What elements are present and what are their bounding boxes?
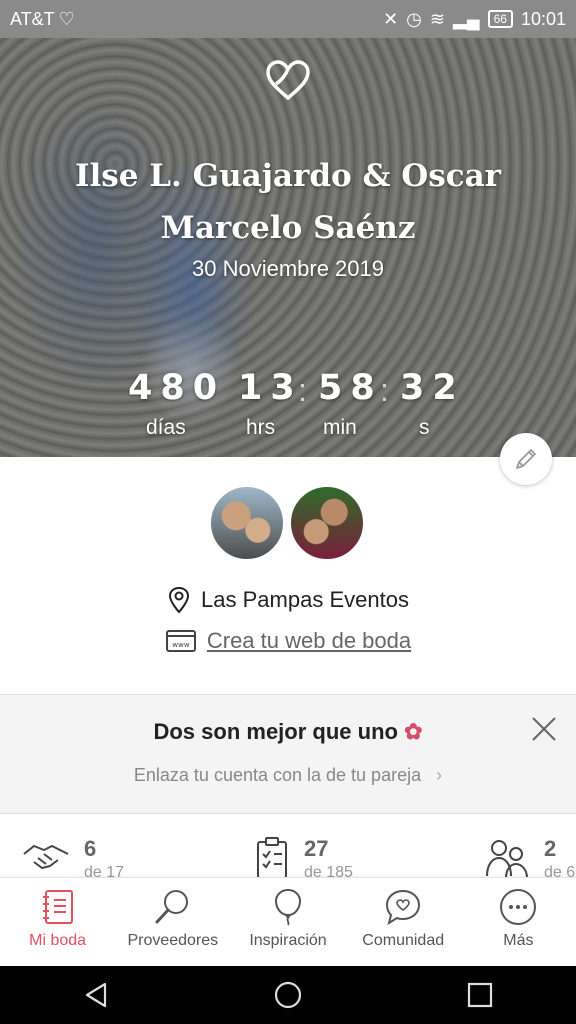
location-pin-icon [169, 586, 190, 614]
flowers-icon: ✿ [404, 719, 423, 744]
venue-name: Las Pampas Eventos [201, 587, 409, 612]
pencil-icon [516, 449, 536, 469]
stat-vendors[interactable]: 6 de 17 [22, 836, 124, 878]
tab-comunidad[interactable]: Comunidad [346, 878, 461, 967]
tab-label: Más [503, 932, 534, 949]
countdown-days: 480 [128, 368, 226, 408]
countdown-minutes-label: min [323, 416, 357, 439]
status-bar: AT&T ♡ ✕ ◷ ≋ ▂▄ 66 10:01 [0, 0, 576, 38]
countdown-hours-label: hrs [246, 416, 276, 439]
back-icon[interactable] [81, 980, 111, 1010]
tab-label: Inspiración [249, 932, 327, 949]
tab-mas[interactable]: Más [461, 878, 576, 967]
heart-monitor-icon: ♡ [58, 8, 75, 29]
promo-subtitle: Enlaza tu cuenta con la de tu pareja [133, 765, 422, 785]
promo-title: Dos son mejor que uno [153, 719, 398, 744]
countdown-hours: 13 [238, 368, 303, 408]
notebook-icon [42, 890, 73, 924]
promo-subtitle-row[interactable]: Enlaza tu cuenta con la de tu pareja › [0, 765, 576, 786]
tab-proveedores[interactable]: Proveedores [115, 878, 230, 967]
couple-name: Ilse L. Guajardo & Oscar Marcelo Saénz [74, 158, 502, 246]
countdown-separator: : [380, 372, 389, 408]
browser-www-icon: www [165, 630, 196, 652]
countdown-separator: : [298, 372, 307, 408]
handshake-icon [23, 845, 69, 869]
search-icon [155, 890, 188, 924]
close-icon[interactable] [530, 715, 558, 743]
guests-icon [486, 840, 528, 878]
chat-heart-icon [386, 889, 421, 926]
avatar[interactable] [208, 484, 286, 562]
stat-sub: de 6 [544, 864, 576, 878]
bottom-tab-bar: Mi boda Proveedores Inspiración Comunida… [0, 877, 576, 967]
promo-title-row: Dos son mejor que uno ✿ [0, 719, 576, 745]
tab-label: Mi boda [29, 932, 87, 949]
tab-inspiracion[interactable]: Inspiración [230, 878, 345, 967]
wedding-date: 30 Noviembre 2019 [191, 256, 384, 281]
svg-text:www: www [172, 641, 189, 649]
hero-photo: Ilse L. Guajardo & Oscar Marcelo Saénz 3… [0, 38, 576, 457]
more-icon [500, 889, 537, 925]
stat-tasks[interactable]: 27 de 185 [254, 836, 353, 878]
checklist-icon [257, 837, 287, 878]
avatar[interactable] [288, 484, 366, 562]
system-nav-bar [0, 966, 576, 1024]
home-icon[interactable] [273, 980, 303, 1010]
countdown-seconds-label: s [419, 416, 430, 439]
countdown-seconds: 32 [400, 368, 465, 408]
stat-value: 2 [544, 836, 557, 861]
edit-button[interactable] [500, 433, 552, 485]
balloon-icon [274, 888, 302, 926]
create-website-label: Crea tu web de boda [206, 628, 412, 653]
couple-avatars [0, 484, 576, 564]
stats-row: 6 de 17 27 de 185 2 de 6 [0, 836, 576, 878]
tab-label: Proveedores [127, 932, 219, 949]
mute-icon: ✕ [383, 8, 399, 29]
battery-icon: 66 [487, 10, 513, 28]
countdown: 480 13 : 58 : 32 días hrs min s [0, 368, 576, 448]
tab-label: Comunidad [362, 932, 445, 949]
venue-row[interactable]: Las Pampas Eventos [0, 586, 576, 614]
chevron-right-icon: › [436, 765, 443, 785]
heart-logo-icon [266, 60, 310, 100]
recents-icon[interactable] [465, 980, 495, 1010]
stat-value: 6 [84, 836, 97, 861]
countdown-minutes: 58 [318, 368, 383, 408]
stat-sub: de 17 [84, 864, 125, 878]
wifi-icon: ≋ [429, 8, 445, 29]
link-partner-banner[interactable]: Dos son mejor que uno ✿ Enlaza tu cuenta… [0, 694, 576, 814]
signal-icon: ▂▄ [452, 8, 480, 29]
stat-guests[interactable]: 2 de 6 [484, 836, 575, 878]
stat-value: 27 [304, 836, 329, 861]
carrier-label: AT&T [10, 8, 55, 29]
create-website-link[interactable]: www Crea tu web de boda [0, 628, 576, 654]
alarm-icon: ◷ [406, 8, 422, 29]
clock: 10:01 [520, 8, 566, 29]
tab-mi-boda[interactable]: Mi boda [0, 878, 115, 967]
stat-sub: de 185 [304, 864, 353, 878]
countdown-days-label: días [146, 416, 186, 439]
